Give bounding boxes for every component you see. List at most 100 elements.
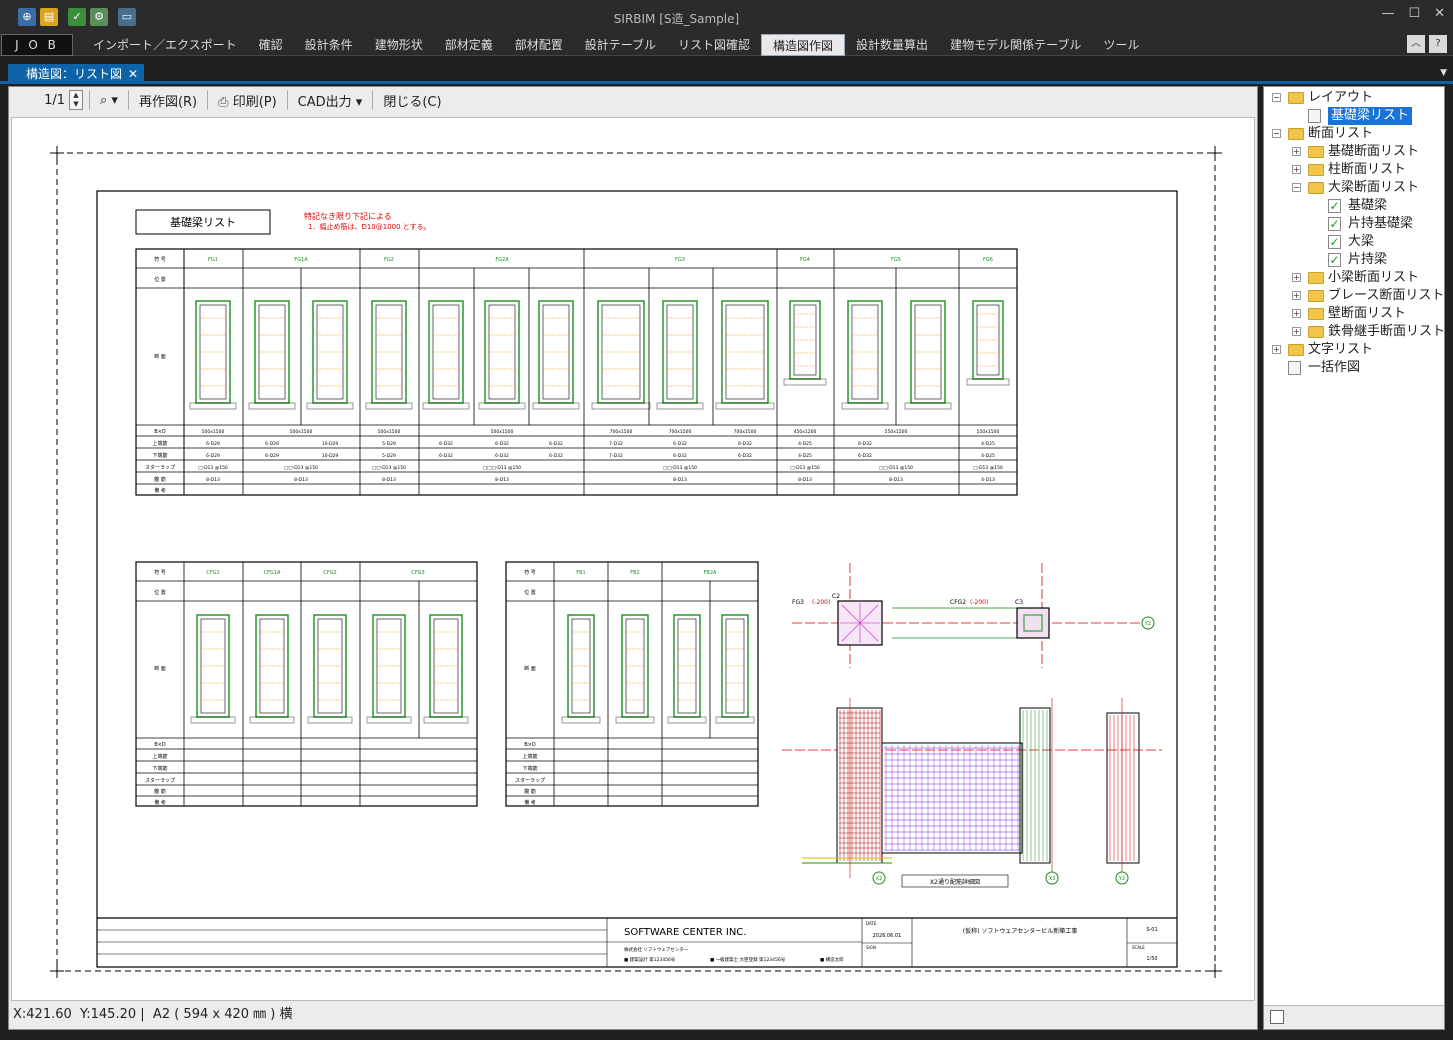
print-button[interactable]: ⎙ 印刷(P) [214,91,281,110]
ribbon-tab-5[interactable]: 部材配置 [504,34,574,56]
ribbon-tab-8[interactable]: 構造図作図 [761,34,846,56]
collapse-icon[interactable]: − [1272,129,1281,138]
bxd-value: 700x1500 [734,429,757,435]
checked-list-icon[interactable]: ✓ [1328,235,1341,249]
row-header: 符 号 [154,569,166,576]
tab-list-dropdown-icon[interactable]: ▼ [1440,68,1447,78]
ribbon-tab-2[interactable]: 設計条件 [294,34,364,56]
close-drawing-button[interactable]: 閉じる(C) [379,91,445,110]
tree-node[interactable]: ✓ 基礎梁 [1264,197,1444,215]
tab-structural-list-drawing[interactable]: 構造図：リスト図 ✕ [8,64,144,84]
maximize-button[interactable]: ☐ [1408,6,1420,21]
web-bar-value: 8-D13 [798,477,812,483]
checked-list-icon[interactable]: ✓ [1328,217,1341,231]
bxd-value: 500x1500 [202,429,225,435]
tree-node-label: 文字リスト [1308,342,1374,357]
bottom-bar-value: 6-D32 [858,453,872,459]
ribbon-tab-11[interactable]: ツール [1092,34,1150,56]
collapse-icon[interactable]: − [1272,93,1281,102]
svg-text:DATE: DATE [866,921,877,926]
row-header: 下端筋 [522,765,537,772]
grid-mark-x2: X2 [876,876,883,882]
ribbon-tab-1[interactable]: 確認 [248,34,294,56]
tree-node[interactable]: − 大梁断面リスト [1264,179,1444,197]
redraw-button[interactable]: 再作図(R) [135,91,201,110]
cad-label: CAD出力 [297,94,352,110]
collapse-icon[interactable]: − [1292,183,1301,192]
tree-node[interactable]: + ブレース断面リスト [1264,287,1444,305]
top-bar-value: 6-D32 [439,441,453,447]
collapse-ribbon-icon[interactable]: ︿ [1407,35,1425,53]
tab-label: 構造図：リスト図 [26,67,123,81]
close-window-button[interactable]: ✕ [1434,6,1445,21]
tree-node[interactable]: 一括作図 [1264,359,1444,377]
title-bar: ⊕ ▤ ✓ ⚙ ▭ SIRBIM [S造_Sample] — ☐ ✕ [0,0,1453,34]
checked-list-icon[interactable]: ✓ [1328,253,1341,267]
top-bar-value: 7-D32 [609,441,623,447]
tree-node[interactable]: ✓ 大梁 [1264,233,1444,251]
top-bar-value: 5-D29 [382,441,396,447]
top-bar-value: 6-D32 [738,441,752,447]
row-header: 断 面 [154,353,166,360]
row-header: 位 置 [154,276,166,283]
row-header: B×D [154,742,166,748]
row-header: スターラップ [145,777,175,784]
tree-node[interactable]: ✓ 片持梁 [1264,251,1444,269]
paper-size: A2 ( 594 x 420 ㎜ ) 横 [152,1007,293,1022]
tree-node-label: 大梁 [1348,234,1375,249]
title-block: SOFTWARE CENTER INC. 株式会社 ソフトウェアセンター ■ 建… [97,917,1177,967]
drawing-panel: 1/1 ▲ ▼ ⌕ ▾ 再作図(R) ⎙ 印刷(P) CAD出力 ▾ 閉じる(C) [8,86,1258,1030]
magnifier-icon: ⌕ [100,92,108,108]
ribbon-tab-10[interactable]: 建物モデル関係テーブル [939,34,1092,56]
expand-icon[interactable]: + [1292,147,1301,156]
bottom-bar-value: 6-D32 [673,453,687,459]
folder-icon [1308,308,1324,320]
folder-icon [1288,92,1304,104]
tree-node[interactable]: + 文字リスト [1264,341,1444,359]
web-bar-value: 4-D13 [981,477,995,483]
row-header: 上端筋 [522,753,537,760]
tree-node[interactable]: + 鉄骨継手断面リスト [1264,323,1446,341]
row-header: 備 考 [154,799,166,806]
ribbon-tab-6[interactable]: 設計テーブル [574,34,667,56]
tree-node[interactable]: ✓ 片持基礎梁 [1264,215,1444,233]
close-tab-icon[interactable]: ✕ [128,64,138,84]
printer-icon: ⎙ [218,94,229,110]
expand-icon[interactable]: + [1292,291,1301,300]
page-spinner[interactable]: ▲ ▼ [69,90,83,110]
ribbon-tab-0[interactable]: インポート／エクスポート [82,34,248,56]
expand-icon[interactable]: + [1292,273,1301,282]
tree-node[interactable]: − 断面リスト [1264,125,1444,143]
beam-code: FG5 [891,257,901,263]
bottom-bar-value: 4-D25 [798,453,812,459]
tree-node[interactable]: − レイアウト [1264,89,1444,107]
ribbon-tab-7[interactable]: リスト図確認 [667,34,761,56]
minimize-button[interactable]: — [1381,6,1394,21]
ribbon-tab-9[interactable]: 設計数量算出 [845,34,939,56]
expand-icon[interactable]: + [1292,165,1301,174]
help-icon[interactable]: ? [1429,35,1447,53]
job-button[interactable]: J O B [1,34,73,56]
tree-view-icon[interactable] [1270,1010,1284,1024]
tree-node[interactable]: + 基礎断面リスト [1264,143,1444,161]
project-name: (仮称) ソフトウェアセンタービル新築工事 [963,927,1077,935]
svg-text:■ 一級建築士 大臣登録 第123456号: ■ 一級建築士 大臣登録 第123456号 [710,956,786,963]
tree-node[interactable]: + 柱断面リスト [1264,161,1444,179]
checked-list-icon[interactable]: ✓ [1328,199,1341,213]
tree-node[interactable]: + 小梁断面リスト [1264,269,1444,287]
expand-icon[interactable]: + [1272,345,1281,354]
ribbon-tab-4[interactable]: 部材定義 [434,34,504,56]
beam-code: FG6 [983,257,993,263]
expand-icon[interactable]: + [1292,327,1301,336]
tree-node[interactable]: + 壁断面リスト [1264,305,1444,323]
beam-list-table-2: 符 号位 置断 面 B×D 上端筋下端筋スターラップ腹 筋備 考 CFG1 CFG1A… [135,561,478,807]
ribbon-tab-3[interactable]: 建物形状 [364,34,434,56]
cad-export-button[interactable]: CAD出力 ▾ [294,91,367,110]
expand-icon[interactable]: + [1292,309,1301,318]
stirrup-value: □□-D13 @150 [663,465,697,471]
zoom-button[interactable]: ⌕ ▾ [96,93,122,108]
bottom-bar-value: 6-D29 [206,453,220,459]
drawing-canvas[interactable]: 基礎梁リスト 特記なき限り下記による 1．幅止め筋は、D10@1000 とする。 [11,117,1255,1001]
tree-node[interactable]: 基礎梁リスト [1264,107,1444,125]
tree-node-label: 鉄骨継手断面リスト [1328,324,1446,339]
